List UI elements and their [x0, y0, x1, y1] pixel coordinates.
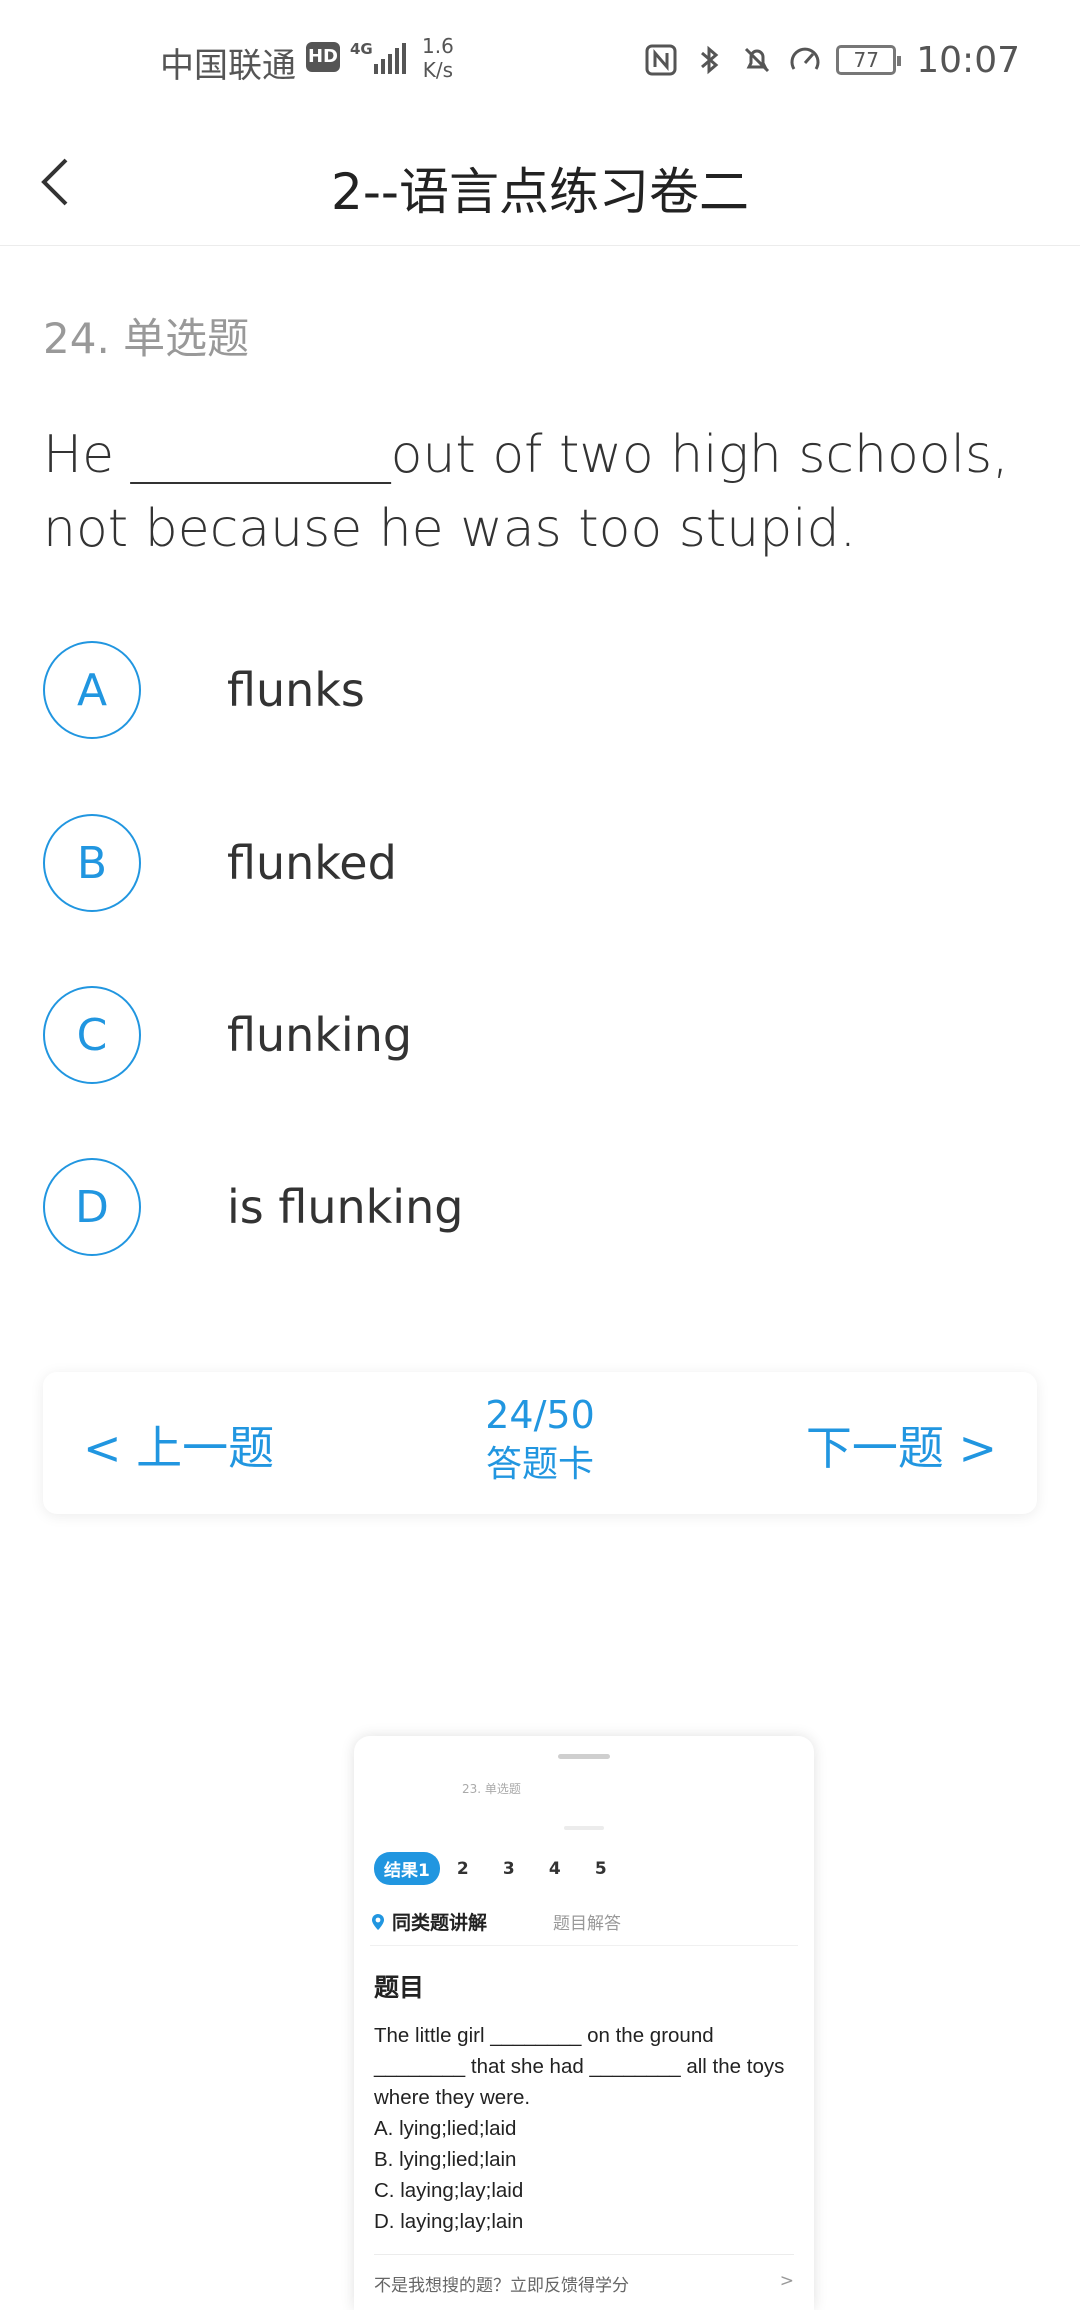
mini-question-body: The little girl ________ on the ground _… — [374, 2020, 804, 2237]
option-text: is flunking — [227, 1180, 464, 1234]
speed-unit: K/s — [422, 58, 454, 82]
option-c[interactable]: C flunking — [43, 985, 1033, 1085]
tab-question-answer[interactable]: 题目解答 — [553, 1909, 621, 1934]
option-letter: B — [43, 814, 141, 912]
status-clock: 10:07 — [916, 39, 1020, 81]
bluetooth-icon — [701, 45, 719, 75]
speed-value: 1.6 — [422, 34, 454, 58]
option-b[interactable]: B flunked — [43, 813, 1033, 913]
battery-icon: 77 — [836, 45, 902, 75]
body-line: The little girl ________ on the ground — [374, 2024, 714, 2047]
status-right: 77 10:07 — [644, 38, 1020, 82]
mini-question-label: 23. 单选题 — [462, 1782, 521, 1796]
next-question-button[interactable]: 下一题 > — [806, 1412, 997, 1478]
chevron-right-icon: > — [779, 2271, 794, 2291]
drag-handle[interactable] — [558, 1754, 610, 1759]
body-line: D. laying;lay;lain — [374, 2210, 524, 2233]
option-a[interactable]: A flunks — [43, 640, 1033, 740]
tab-similar-explanation[interactable]: 同类题讲解 — [392, 1908, 487, 1935]
app-header: 2--语言点练习卷二 — [0, 120, 1080, 246]
option-letter: A — [43, 641, 141, 739]
question-nav-card: < 上一题 24/50 答题卡 下一题 > — [43, 1372, 1037, 1514]
body-line: B. lying;lied;lain — [374, 2148, 517, 2171]
feedback-text: 不是我想搜的题？立即反馈得学分 — [374, 2276, 629, 2296]
page-title: 2--语言点练习卷二 — [331, 163, 749, 221]
hd-badge: HD — [306, 42, 340, 72]
status-bar: 中国联通 HD 4G 1.6 K/s 77 10:07 — [0, 0, 1080, 120]
mini-heading: 题目 — [374, 1973, 425, 2002]
result-tabs: 结果1 2 3 4 5 — [374, 1852, 624, 1885]
question-text: He __________out of two high schools, no… — [43, 425, 1009, 559]
section-tabs: 同类题讲解 题目解答 — [370, 1908, 798, 1946]
option-text: flunks — [227, 663, 365, 717]
carrier-name: 中国联通 — [160, 46, 296, 86]
speedometer-icon — [790, 47, 820, 70]
tab-result-4[interactable]: 4 — [532, 1859, 578, 1879]
drag-handle-secondary — [564, 1826, 604, 1830]
tab-result-2[interactable]: 2 — [440, 1859, 486, 1879]
option-text: flunking — [227, 1008, 413, 1062]
network-type: 4G — [350, 40, 373, 58]
option-text: flunked — [227, 836, 397, 890]
network-speed: 1.6 K/s — [422, 34, 454, 82]
body-line: A. lying;lied;laid — [374, 2117, 517, 2140]
mute-bell-icon — [745, 47, 770, 73]
tab-result-5[interactable]: 5 — [578, 1859, 624, 1879]
option-d[interactable]: D is flunking — [43, 1157, 1033, 1257]
signal-icon — [374, 43, 406, 74]
option-letter: C — [43, 986, 141, 1084]
search-result-popup[interactable]: 23. 单选题 结果1 2 3 4 5 同类题讲解 题目解答 题目 The li… — [354, 1736, 814, 2310]
tab-result-3[interactable]: 3 — [486, 1859, 532, 1879]
body-line: where they were. — [374, 2086, 531, 2109]
nfc-icon — [645, 44, 677, 76]
feedback-link[interactable]: 不是我想搜的题？立即反馈得学分 > — [374, 2254, 794, 2296]
tab-result-1[interactable]: 结果1 — [374, 1852, 440, 1885]
question-type-label: 24. 单选题 — [43, 314, 250, 363]
body-line: ________ that she had ________ all the t… — [374, 2055, 785, 2078]
location-pin-icon — [372, 1913, 384, 1930]
body-line: C. laying;lay;laid — [374, 2179, 524, 2202]
option-letter: D — [43, 1158, 141, 1256]
